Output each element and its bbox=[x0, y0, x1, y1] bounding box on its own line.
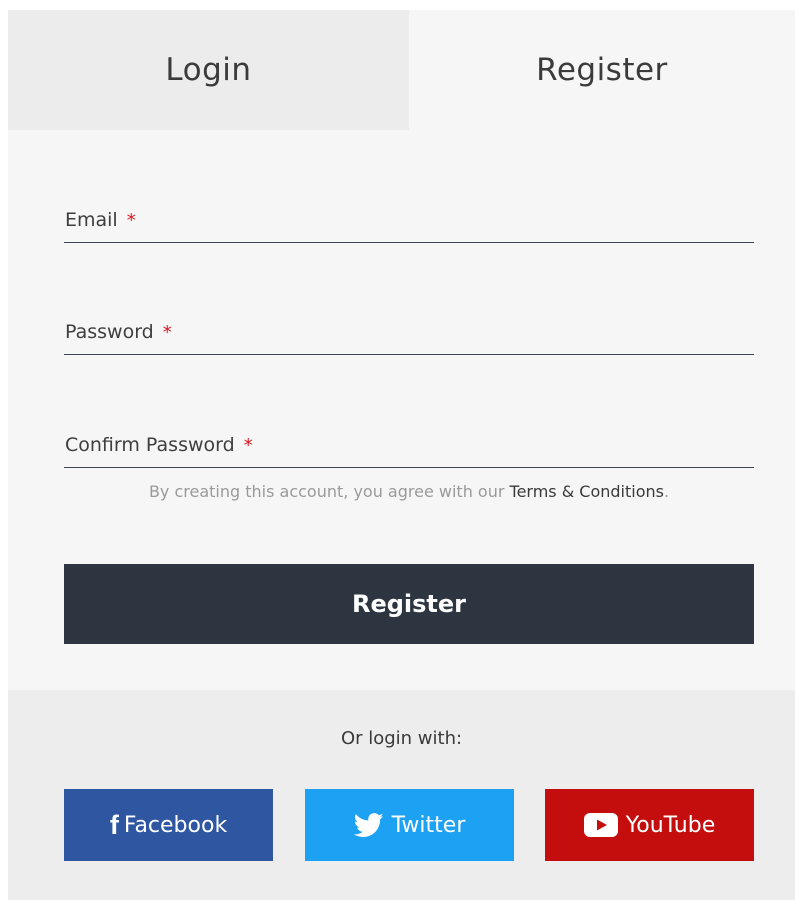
required-mark: * bbox=[243, 435, 253, 456]
confirm-password-label: Confirm Password * bbox=[65, 434, 253, 456]
tab-login[interactable]: Login bbox=[8, 10, 409, 130]
email-label: Email * bbox=[65, 209, 136, 231]
confirm-password-label-text: Confirm Password bbox=[65, 434, 235, 456]
terms-prefix: By creating this account, you agree with… bbox=[148, 482, 510, 501]
social-login-section: Or login with: f Facebook Twitter YouTub… bbox=[8, 690, 795, 900]
auth-panel: Login Register Email * Password * Confirm … bbox=[8, 10, 795, 900]
email-label-text: Email bbox=[65, 209, 118, 231]
password-field[interactable]: Password * bbox=[64, 315, 754, 355]
password-label-text: Password bbox=[65, 321, 154, 343]
terms-suffix: . bbox=[663, 482, 670, 501]
password-label: Password * bbox=[65, 321, 172, 343]
register-button[interactable]: Register bbox=[64, 564, 754, 644]
youtube-icon bbox=[583, 813, 618, 837]
youtube-login-button[interactable]: YouTube bbox=[545, 789, 754, 861]
facebook-icon: f bbox=[109, 809, 119, 840]
facebook-login-button[interactable]: f Facebook bbox=[64, 789, 273, 861]
terms-link[interactable]: Terms & Conditions bbox=[510, 482, 664, 501]
required-mark: * bbox=[126, 210, 136, 231]
twitter-label: Twitter bbox=[391, 812, 466, 838]
confirm-password-field[interactable]: Confirm Password * bbox=[64, 428, 754, 468]
auth-tabs: Login Register bbox=[8, 10, 795, 130]
twitter-icon bbox=[353, 812, 384, 838]
youtube-label: YouTube bbox=[625, 812, 716, 838]
twitter-login-button[interactable]: Twitter bbox=[305, 789, 514, 861]
facebook-label: Facebook bbox=[123, 812, 228, 838]
terms-notice: By creating this account, you agree with… bbox=[64, 482, 754, 501]
email-field[interactable]: Email * bbox=[64, 203, 754, 243]
tab-register[interactable]: Register bbox=[409, 10, 795, 130]
or-login-with-text: Or login with: bbox=[340, 728, 463, 749]
required-mark: * bbox=[162, 322, 172, 343]
